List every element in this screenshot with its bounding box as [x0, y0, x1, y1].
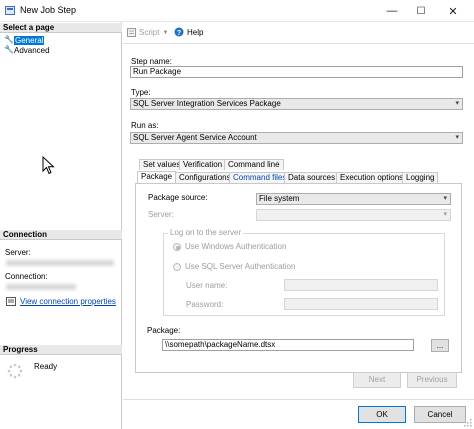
previous-button: Previous: [407, 372, 457, 388]
tab-package[interactable]: Package: [137, 171, 177, 183]
step-name-input[interactable]: Run Package: [130, 66, 463, 78]
type-select[interactable]: SQL Server Integration Services Package …: [130, 98, 463, 110]
type-label: Type:: [131, 88, 151, 97]
user-name-input: [284, 279, 438, 291]
server-value-redacted: [6, 260, 114, 266]
help-label: Help: [187, 27, 204, 37]
tab-command-line[interactable]: Command line: [224, 159, 284, 170]
view-connection-properties[interactable]: View connection properties: [6, 297, 116, 306]
radio-unselected-icon: [173, 262, 181, 271]
minimize-button[interactable]: —: [382, 2, 402, 20]
package-source-select[interactable]: File system ▾: [256, 193, 451, 205]
script-label: Script: [139, 28, 160, 37]
chevron-down-icon: ▾: [443, 195, 447, 202]
page-item-general[interactable]: 🔧 General: [4, 35, 45, 45]
progress-header: Progress: [0, 345, 122, 355]
windows-auth-label: Use Windows Authentication: [185, 242, 287, 251]
bottom-divider: [123, 399, 474, 400]
server-label: Server:: [148, 210, 174, 219]
close-button[interactable]: ✕: [443, 2, 463, 20]
next-button: Next: [353, 372, 401, 388]
select-page-header: Select a page: [0, 23, 122, 33]
toolbar: Script ▼ ? Help: [123, 22, 474, 44]
server-label: Server:: [5, 248, 31, 257]
wrench-icon: 🔧: [4, 35, 14, 44]
progress-spinner-icon: [7, 363, 23, 379]
script-button[interactable]: Script ▼: [127, 28, 168, 37]
sql-auth-label: Use SQL Server Authentication: [185, 262, 296, 271]
maximize-button[interactable]: ☐: [411, 2, 431, 20]
logon-group-label: Log on to the server: [168, 228, 244, 237]
chevron-down-icon: ▼: [162, 29, 169, 36]
sql-auth-radio[interactable]: Use SQL Server Authentication: [173, 262, 295, 271]
page-item-label: General: [14, 35, 45, 45]
wrench-icon: 🔧: [4, 45, 14, 54]
server-select: ▾: [256, 209, 451, 221]
help-icon: ?: [174, 27, 184, 37]
tab-verification[interactable]: Verification: [179, 159, 227, 170]
browse-button[interactable]: ...: [431, 339, 449, 352]
page-item-label: Advanced: [14, 45, 50, 55]
tab-configurations[interactable]: Configurations: [175, 172, 235, 183]
user-name-label: User name:: [186, 281, 228, 290]
left-pane: Select a page 🔧 General 🔧 Advanced Conne…: [0, 22, 122, 429]
script-icon: [127, 28, 136, 37]
run-as-label: Run as:: [131, 121, 159, 130]
run-as-select[interactable]: SQL Server Agent Service Account ▾: [130, 132, 463, 144]
progress-status: Ready: [34, 362, 58, 371]
tab-execution-options[interactable]: Execution options: [336, 172, 408, 183]
package-source-value: File system: [259, 194, 300, 203]
chevron-down-icon: ▾: [455, 134, 459, 141]
tab-command-files[interactable]: Command files: [229, 172, 291, 183]
page-item-advanced[interactable]: 🔧 Advanced: [4, 45, 50, 55]
step-name-label: Step name:: [131, 57, 172, 66]
app-icon: [5, 6, 15, 15]
connection-header: Connection: [0, 230, 122, 240]
title-bar: New Job Step — ☐ ✕: [0, 0, 474, 22]
password-input: [284, 298, 438, 310]
package-path-input[interactable]: \\somepath\packageName.dtsx: [162, 339, 414, 351]
tab-logging[interactable]: Logging: [402, 172, 439, 183]
connection-value-redacted: [6, 284, 76, 290]
cancel-button[interactable]: Cancel: [414, 406, 466, 423]
windows-auth-radio[interactable]: Use Windows Authentication: [173, 242, 286, 251]
view-connection-link[interactable]: View connection properties: [20, 297, 116, 306]
window-title: New Job Step: [20, 5, 77, 15]
package-source-label: Package source:: [148, 193, 208, 202]
mouse-cursor-icon: [42, 156, 55, 175]
package-label: Package:: [147, 326, 181, 335]
help-button[interactable]: ? Help: [174, 27, 203, 37]
run-as-value: SQL Server Agent Service Account: [133, 133, 257, 142]
resize-grip-icon[interactable]: [464, 419, 473, 428]
chevron-down-icon: ▾: [455, 100, 459, 107]
svg-text:?: ?: [177, 30, 181, 37]
type-value: SQL Server Integration Services Package: [133, 99, 281, 108]
ok-button[interactable]: OK: [358, 406, 406, 423]
tab-set-values[interactable]: Set values: [139, 159, 185, 170]
radio-selected-icon: [173, 242, 181, 251]
properties-icon: [6, 297, 16, 306]
chevron-down-icon: ▾: [443, 211, 447, 218]
password-label: Password:: [186, 300, 224, 309]
connection-label: Connection:: [5, 272, 48, 281]
tab-data-sources[interactable]: Data sources: [284, 172, 340, 183]
